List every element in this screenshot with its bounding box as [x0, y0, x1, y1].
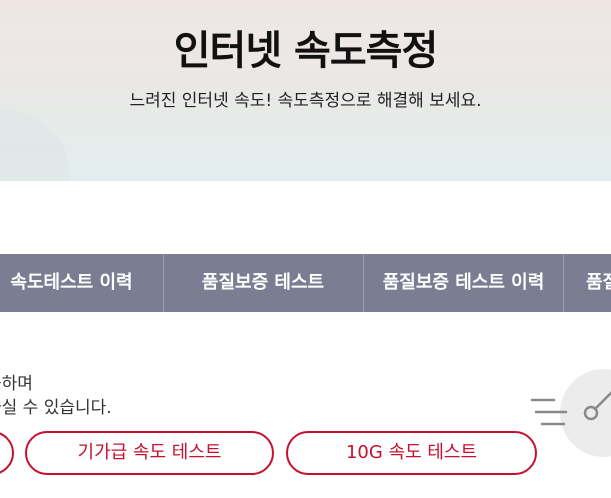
tab-bar: 속도테스트 이력 품질보증 테스트 품질보증 테스트 이력 품질	[0, 254, 611, 312]
speed-test-button-partial[interactable]	[0, 431, 14, 475]
description-text: 능하며 하실 수 있습니다.	[0, 372, 112, 420]
tab-quality-test-history[interactable]: 품질보증 테스트 이력	[364, 254, 564, 312]
page-title: 인터넷 속도측정	[173, 28, 439, 74]
tab-speed-test-history[interactable]: 속도테스트 이력	[0, 254, 164, 312]
description-line-2: 하실 수 있습니다.	[0, 398, 112, 418]
speedometer-icon	[530, 369, 611, 457]
tab-quality-more[interactable]: 품질	[564, 254, 611, 312]
giga-speed-test-button[interactable]: 기가급 속도 테스트	[25, 431, 274, 475]
hero-banner: 인터넷 속도측정 느려진 인터넷 속도! 속도측정으로 해결해 보세요.	[0, 0, 611, 181]
10g-speed-test-button[interactable]: 10G 속도 테스트	[286, 431, 537, 475]
description-line-1: 능하며	[0, 374, 33, 394]
hero-decoration	[0, 110, 70, 181]
page-subtitle: 느려진 인터넷 속도! 속도측정으로 해결해 보세요.	[129, 91, 482, 111]
tab-quality-test[interactable]: 품질보증 테스트	[163, 254, 364, 312]
